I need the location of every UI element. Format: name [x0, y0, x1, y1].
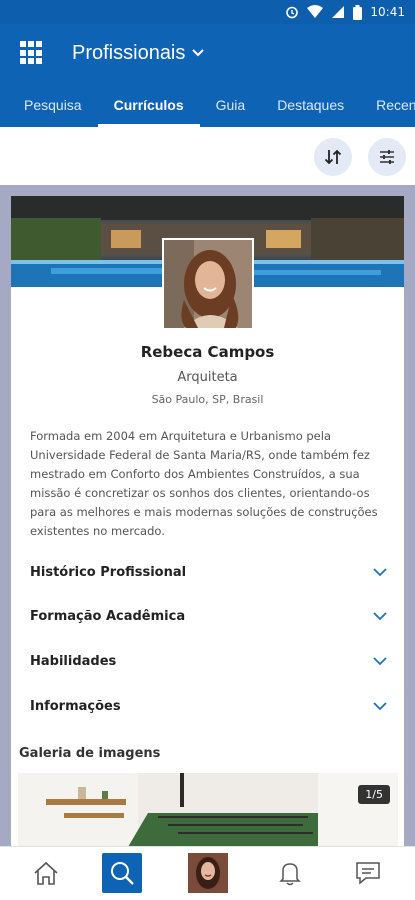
- battery-icon: [353, 4, 363, 20]
- nav-notifications[interactable]: [270, 853, 310, 893]
- bell-icon: [279, 863, 301, 886]
- tab-bar: Pesquisa Currículos Guia Destaques Recen…: [0, 82, 415, 127]
- home-icon: [34, 861, 58, 885]
- bottom-navigation: [0, 846, 415, 900]
- chevron-down-icon: [373, 568, 387, 577]
- tab-pesquisa[interactable]: Pesquisa: [0, 82, 98, 127]
- app-title-dropdown[interactable]: Profissionais: [72, 42, 205, 65]
- nav-home[interactable]: [26, 853, 66, 893]
- nav-search[interactable]: [102, 853, 142, 893]
- list-toolbar: [0, 127, 415, 185]
- profile-role: Arquiteta: [177, 370, 238, 385]
- profile-photo[interactable]: [162, 238, 254, 330]
- profile-bio: Formada em 2004 em Arquitetura e Urbanis…: [30, 429, 378, 538]
- section-habilidades[interactable]: Habilidades: [30, 646, 388, 676]
- app-bar: Profissionais: [0, 24, 415, 82]
- tab-recentes[interactable]: Recentes: [360, 82, 415, 127]
- search-icon: [111, 862, 134, 885]
- section-label: Formação Acadêmica: [30, 608, 186, 624]
- tab-guia[interactable]: Guia: [200, 82, 262, 127]
- profile-name: Rebeca Campos: [140, 343, 275, 361]
- section-label: Informações: [30, 698, 121, 714]
- tab-curriculos[interactable]: Currículos: [97, 82, 200, 127]
- signal-icon: [332, 6, 345, 18]
- wifi-icon: [307, 5, 324, 18]
- gallery-counter: 1/5: [358, 785, 390, 804]
- status-time: 10:41: [370, 5, 405, 19]
- section-informacoes[interactable]: Informações: [30, 691, 388, 721]
- profile-location: São Paulo, SP, Brasil: [151, 393, 264, 406]
- nav-messages[interactable]: [348, 853, 388, 893]
- tab-destaques[interactable]: Destaques: [261, 82, 360, 127]
- gallery-carousel[interactable]: 1/5: [18, 773, 398, 847]
- chevron-down-icon: [373, 702, 387, 711]
- avatar: [188, 853, 228, 893]
- sort-button[interactable]: [314, 138, 352, 176]
- section-formacao-academica[interactable]: Formação Acadêmica: [30, 601, 388, 631]
- profile-photo-illustration: [164, 240, 252, 328]
- section-label: Histórico Profissional: [30, 564, 187, 580]
- gallery-image: [18, 773, 398, 847]
- filter-icon: [380, 150, 394, 164]
- status-bar: 10:41: [0, 0, 415, 24]
- chevron-down-icon: [373, 612, 387, 621]
- alarm-icon: [286, 6, 299, 19]
- chat-icon: [356, 862, 380, 885]
- apps-grid-icon[interactable]: [20, 41, 44, 65]
- filter-button[interactable]: [368, 138, 406, 176]
- section-historico-profissional[interactable]: Histórico Profissional: [30, 557, 388, 587]
- chevron-down-icon: [192, 49, 205, 57]
- section-label: Habilidades: [30, 653, 117, 669]
- nav-profile[interactable]: [188, 853, 228, 893]
- chevron-down-icon: [373, 657, 387, 666]
- app-title: Profissionais: [72, 41, 186, 64]
- gallery-title: Galeria de imagens: [19, 746, 161, 761]
- sort-icon: [324, 149, 342, 165]
